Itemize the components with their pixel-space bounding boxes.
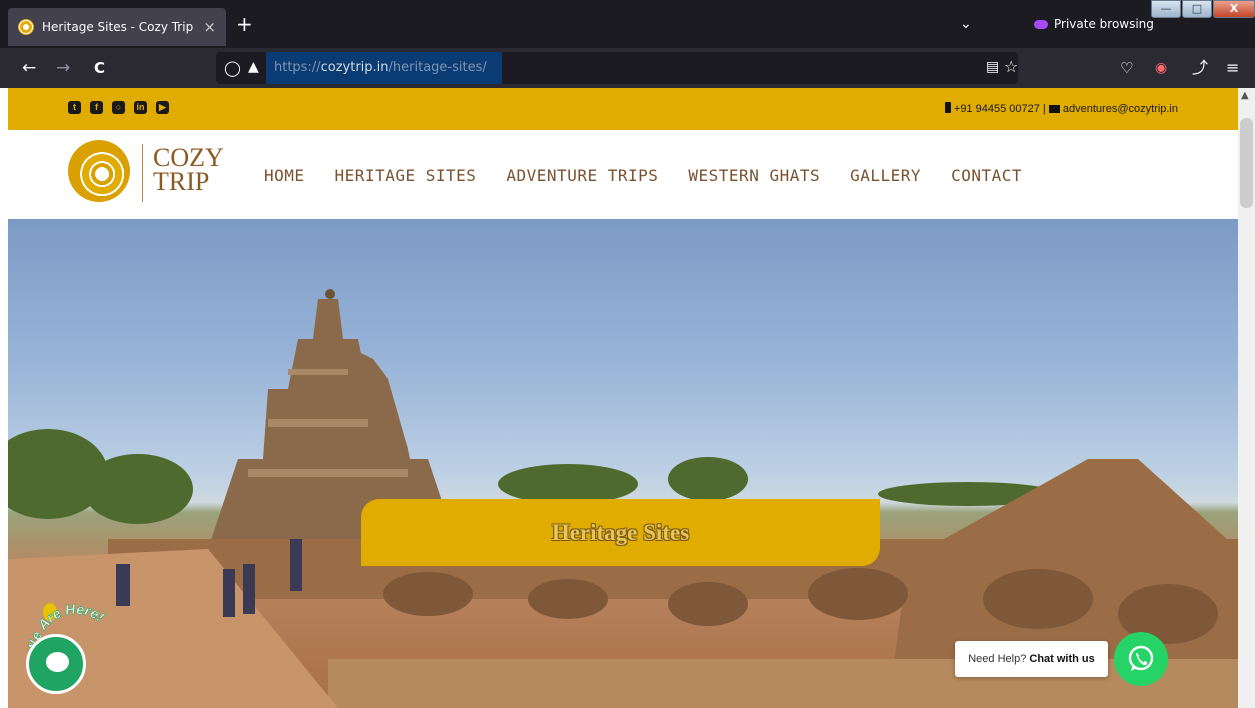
forward-icon[interactable]: →	[56, 58, 70, 78]
nav-item-heritage-sites[interactable]: HERITAGE SITES	[335, 166, 477, 185]
site-header: COZY TRIP HOME HERITAGE SITES ADVENTURE …	[8, 130, 1238, 219]
need-help-tooltip[interactable]: Need Help? Chat with us	[955, 641, 1108, 677]
live-chat-button[interactable]	[26, 634, 86, 694]
scrollbar-thumb[interactable]	[1240, 118, 1253, 208]
chat-bubble-icon	[46, 652, 69, 672]
private-browsing-indicator: Private browsing	[1034, 17, 1154, 31]
shore-temple-illustration	[8, 289, 1238, 708]
scroll-up-icon[interactable]: ▲	[1241, 90, 1249, 101]
tracking-shield-icon[interactable]: ◯	[224, 59, 241, 77]
private-mask-icon	[1034, 19, 1048, 29]
nav-item-western-ghats[interactable]: WESTERN GHATS	[688, 166, 820, 185]
nav-item-gallery[interactable]: GALLERY	[850, 166, 921, 185]
browser-nav-bar: ← → C ◯ ▲ https://cozytrip.in/heritage-s…	[0, 48, 1255, 88]
email-address[interactable]: adventures@cozytrip.in	[1063, 103, 1178, 115]
brand-name[interactable]: COZY TRIP	[153, 145, 224, 196]
page-title-banner: Heritage Sites	[361, 499, 880, 566]
temple-finial	[325, 289, 335, 299]
youtube-icon[interactable]: ▶	[156, 101, 169, 114]
window-controls: — □ X	[1150, 0, 1255, 18]
mobile-phone-icon	[944, 102, 951, 113]
maximize-button[interactable]: □	[1182, 0, 1212, 18]
page-scrollbar[interactable]: ▲	[1238, 88, 1255, 708]
lock-icon[interactable]: ▲	[248, 59, 259, 75]
envelope-icon	[1048, 105, 1060, 113]
main-nav: HOME HERITAGE SITES ADVENTURE TRIPS WEST…	[264, 166, 1022, 185]
nav-item-adventure-trips[interactable]: ADVENTURE TRIPS	[506, 166, 658, 185]
private-browsing-label: Private browsing	[1054, 17, 1154, 31]
window-close-button[interactable]: X	[1213, 0, 1255, 18]
page-title: Heritage Sites	[551, 519, 690, 545]
phone-number[interactable]: +91 94455 00727	[954, 103, 1040, 115]
contact-separator: |	[1042, 103, 1046, 115]
contact-info: +91 94455 00727 | adventures@cozytrip.in	[944, 102, 1178, 115]
tab-title: Heritage Sites - Cozy Trip	[42, 20, 194, 34]
browser-tab-bar: Heritage Sites - Cozy Trip × + ⌄ Private…	[0, 0, 1255, 48]
nav-item-home[interactable]: HOME	[264, 166, 305, 185]
browser-tab[interactable]: Heritage Sites - Cozy Trip ×	[8, 8, 226, 46]
nav-item-contact[interactable]: CONTACT	[951, 166, 1022, 185]
bookmark-star-icon[interactable]: ☆	[1004, 57, 1018, 76]
social-links: t f ○ in ▶	[68, 101, 169, 114]
chat-with-us-text: Chat with us	[1029, 653, 1095, 665]
new-tab-button[interactable]: +	[236, 14, 253, 34]
minimize-button[interactable]: —	[1151, 0, 1181, 18]
facebook-icon[interactable]: f	[90, 101, 103, 114]
linkedin-icon[interactable]: in	[134, 101, 147, 114]
app-menu-icon[interactable]: ≡	[1226, 58, 1239, 78]
url-text[interactable]: https://cozytrip.in/heritage-sites/	[274, 60, 487, 75]
whatsapp-icon	[1128, 645, 1154, 671]
whatsapp-button[interactable]	[1114, 632, 1168, 686]
twitter-icon[interactable]: t	[68, 101, 81, 114]
need-help-text: Need Help?	[968, 653, 1027, 665]
back-icon[interactable]: ←	[22, 58, 36, 78]
reader-view-icon[interactable]: ▤	[986, 59, 999, 75]
top-contact-strip: t f ○ in ▶ +91 94455 00727 | adventures@…	[8, 88, 1238, 130]
address-bar[interactable]: ◯ ▲ https://cozytrip.in/heritage-sites/ …	[216, 52, 1018, 84]
brand-line-2: TRIP	[153, 167, 210, 196]
logo-divider	[142, 144, 143, 202]
close-tab-icon[interactable]: ×	[203, 18, 216, 36]
screenshot-icon[interactable]: ◉	[1155, 58, 1167, 78]
cozy-trip-logo-icon[interactable]	[68, 140, 130, 202]
pocket-icon[interactable]: ♡	[1120, 58, 1133, 78]
site-favicon-icon	[18, 19, 34, 35]
chevron-down-icon[interactable]: ⌄	[960, 16, 972, 32]
hero-section: Heritage Sites	[8, 219, 1238, 708]
instagram-icon[interactable]: ○	[112, 101, 125, 114]
web-page: t f ○ in ▶ +91 94455 00727 | adventures@…	[8, 88, 1238, 708]
extensions-icon[interactable]: ⤴	[1192, 58, 1208, 78]
reload-icon[interactable]: C	[94, 58, 105, 78]
